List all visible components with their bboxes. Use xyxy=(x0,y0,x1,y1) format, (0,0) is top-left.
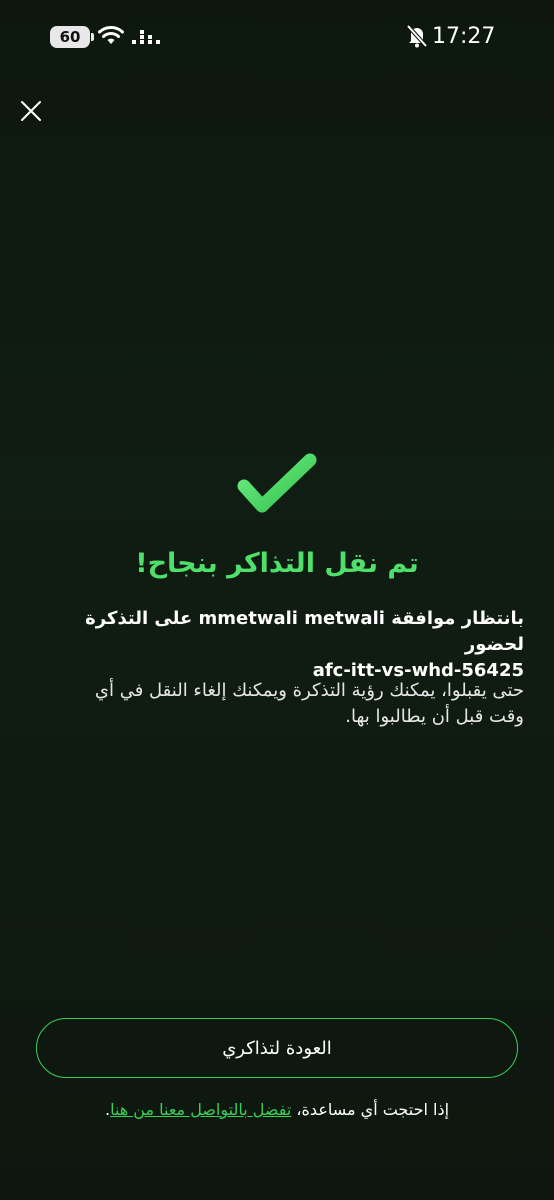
cancel-hint-line: وقت قبل أن يطالبوا بها. xyxy=(345,706,524,727)
status-bar: 60 17:27 xyxy=(0,0,554,76)
success-title: تم نقل التذاكر بنجاح! xyxy=(135,548,419,579)
status-time: 17:27 xyxy=(432,24,496,49)
contact-us-link[interactable]: تفضل بالتواصل معنا من هنا xyxy=(110,1100,291,1119)
pending-approval-line: بانتظار موافقة mmetwali metwali على التذ… xyxy=(85,608,524,655)
pending-approval-message: بانتظار موافقة mmetwali metwali على التذ… xyxy=(30,606,524,684)
wifi-icon xyxy=(98,26,124,44)
close-icon xyxy=(21,101,41,121)
close-button[interactable] xyxy=(16,96,48,128)
help-text: إذا احتجت أي مساعدة، تفضل بالتواصل معنا … xyxy=(0,1100,554,1119)
checkmark-icon xyxy=(237,453,317,513)
battery-indicator: 60 xyxy=(50,26,94,48)
help-prefix: إذا احتجت أي مساعدة، xyxy=(291,1100,450,1119)
cancel-hint-text: حتى يقبلوا، يمكنك رؤية التذكرة ويمكنك إل… xyxy=(30,678,524,730)
cancel-hint-line: حتى يقبلوا، يمكنك رؤية التذكرة ويمكنك إل… xyxy=(94,680,524,701)
signal-icon xyxy=(132,30,160,44)
mute-bell-icon xyxy=(406,24,428,48)
back-to-my-tickets-button[interactable]: العودة لتذاكري xyxy=(36,1018,518,1078)
transfer-success-screen: 60 17:27 تم نقل التذاكر بنجاح! بانتظار م… xyxy=(0,0,554,1200)
